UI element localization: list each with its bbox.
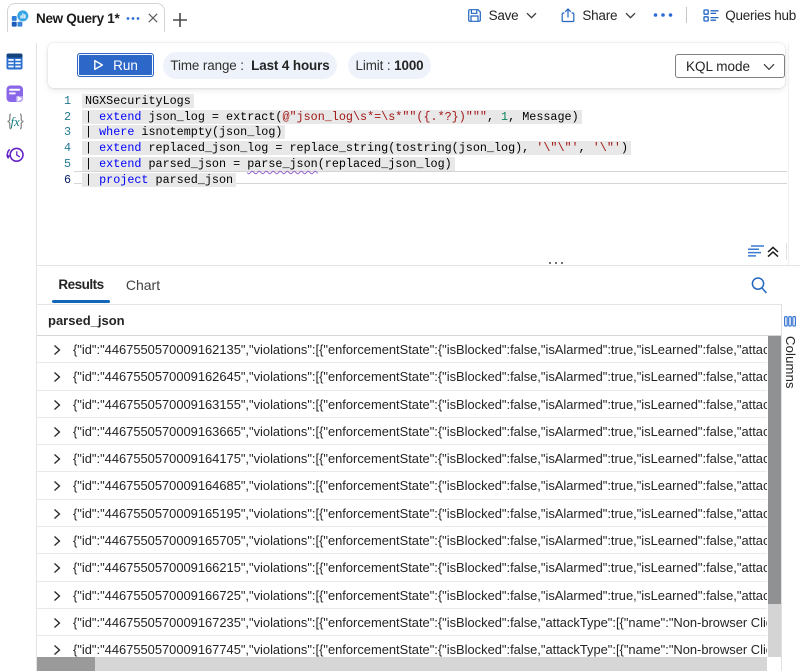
svg-text:fx: fx bbox=[11, 115, 20, 129]
